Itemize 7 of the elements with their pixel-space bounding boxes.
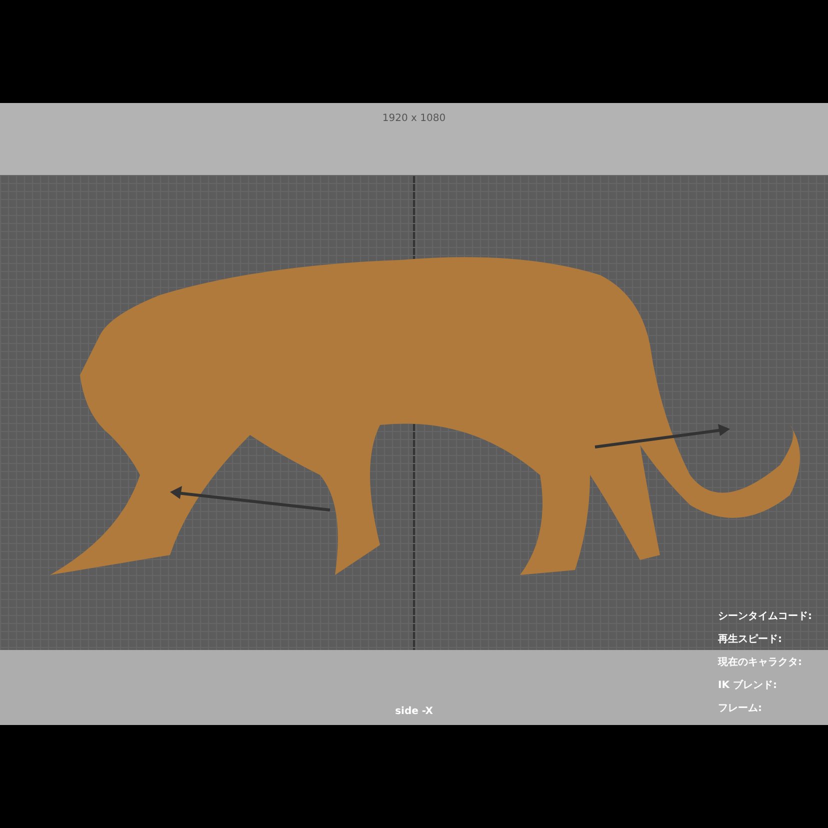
hud-label: シーンタイムコード:	[718, 610, 812, 624]
camera-label: side -X	[395, 706, 433, 717]
hud-label: フレーム:	[718, 702, 763, 716]
hud-label: 現在のキャラクタ:	[718, 656, 803, 670]
hud-label: IK ブレンド:	[718, 678, 778, 693]
resolution-label: 1920 x 1080	[382, 113, 446, 126]
hud-label: 再生スピード:	[718, 632, 783, 647]
